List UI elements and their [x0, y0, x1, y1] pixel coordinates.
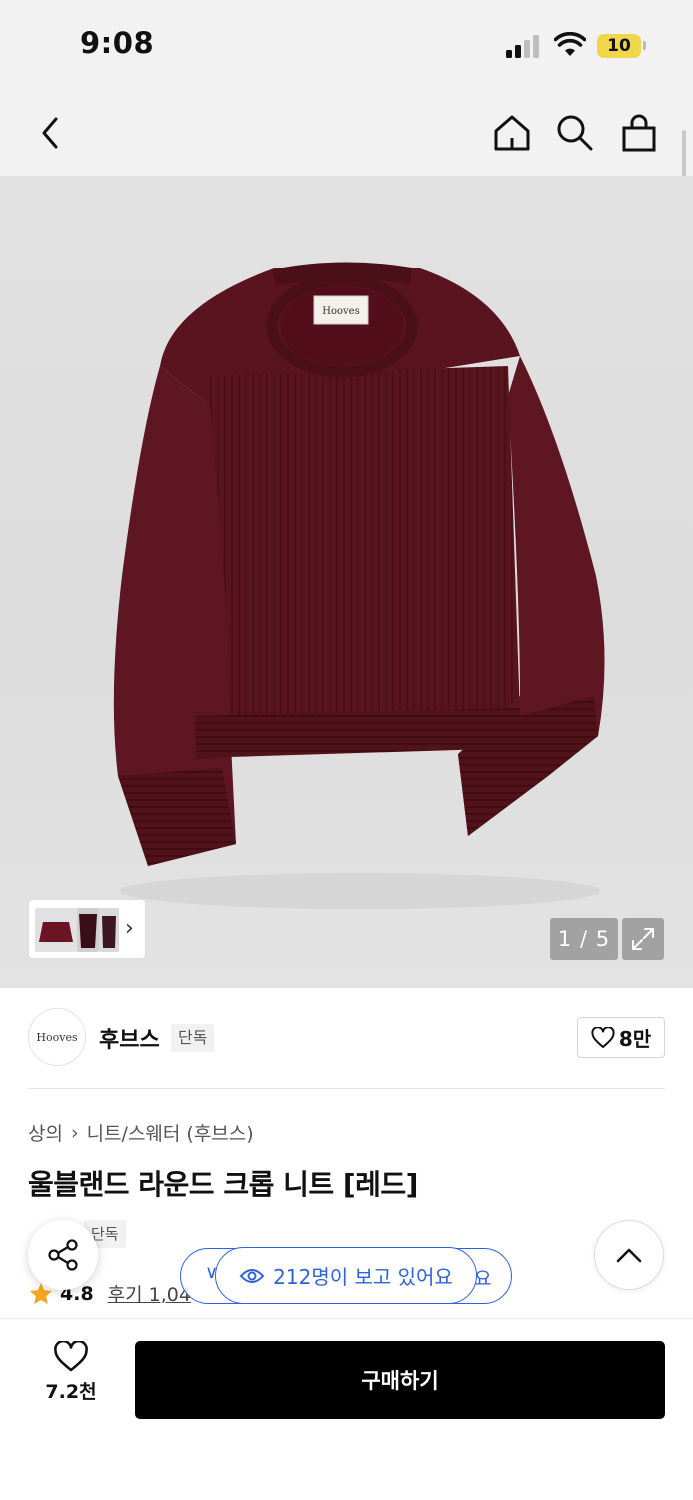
- divider: [28, 1088, 665, 1089]
- breadcrumb-category[interactable]: 상의: [28, 1119, 63, 1146]
- breadcrumb-subcategory[interactable]: 니트/스웨터 (후브스): [87, 1119, 254, 1146]
- scroll-to-top-button[interactable]: [594, 1220, 664, 1290]
- home-icon: [494, 115, 530, 151]
- brand-name[interactable]: 후브스: [99, 1022, 160, 1054]
- back-chevron-icon: [42, 117, 58, 149]
- share-icon: [48, 1239, 78, 1271]
- search-button[interactable]: [550, 108, 600, 158]
- buy-button[interactable]: 구매하기: [135, 1341, 665, 1419]
- share-button[interactable]: [28, 1220, 98, 1290]
- expand-icon: [632, 928, 654, 950]
- eye-icon: [239, 1268, 265, 1283]
- search-icon: [557, 115, 593, 151]
- thumbnail-2[interactable]: [77, 908, 99, 952]
- shopping-bag-icon: [622, 114, 656, 152]
- wifi-icon: [554, 32, 586, 56]
- brand-row: Hooves 후브스 단독 8만: [28, 1008, 665, 1068]
- home-button[interactable]: [487, 108, 537, 158]
- top-navigation: [0, 90, 693, 176]
- heart-outline-icon: [54, 1341, 88, 1372]
- heart-outline-icon: [591, 1026, 615, 1048]
- wishlist-button[interactable]: 7.2천: [36, 1341, 106, 1431]
- brand-like-button[interactable]: 8만: [577, 1017, 665, 1058]
- viewer-count-toast: 212명이 보고 있어요: [215, 1247, 477, 1304]
- thumbnail-strip[interactable]: ›: [28, 899, 146, 959]
- cellular-signal-icon: [506, 34, 544, 58]
- thumbnail-1[interactable]: [35, 908, 77, 952]
- status-time: 9:08: [80, 26, 155, 60]
- battery-tip: [643, 41, 646, 50]
- brand-badge: 단독: [171, 1024, 215, 1052]
- bottom-action-bar: 7.2천 구매하기: [0, 1318, 693, 1500]
- product-image-gallery[interactable]: Hooves › 1 / 5: [0, 176, 693, 988]
- chevron-right-icon[interactable]: ›: [125, 916, 134, 941]
- expand-button[interactable]: [622, 918, 664, 960]
- product-image: Hooves: [113, 262, 605, 909]
- chevron-right-icon: ›: [70, 1121, 79, 1144]
- battery-icon: 10: [597, 34, 641, 58]
- wishlist-count: 7.2천: [45, 1381, 97, 1403]
- thumbnail-image: [39, 922, 73, 942]
- brand-like-count: 8만: [618, 1027, 652, 1051]
- thumbnail-3[interactable]: [99, 908, 119, 952]
- product-title: 울블랜드 라운드 크롭 니트 [레드]: [28, 1168, 418, 1201]
- svg-text:Hooves: Hooves: [322, 306, 359, 317]
- cart-button[interactable]: [614, 108, 664, 158]
- status-bar: 9:08 10: [0, 0, 693, 90]
- chevron-up-icon: [616, 1248, 642, 1263]
- thumbnail-image: [102, 916, 116, 948]
- brand-logo[interactable]: Hooves: [28, 1008, 86, 1066]
- review-link[interactable]: 후기 1,04: [108, 1280, 191, 1307]
- breadcrumb: 상의 › 니트/스웨터 (후브스): [28, 1119, 254, 1146]
- viewer-count-text: 212명이 보고 있어요: [273, 1265, 453, 1289]
- back-button[interactable]: [26, 108, 76, 158]
- thumbnail-image: [79, 914, 97, 948]
- image-counter: 1 / 5: [550, 918, 618, 960]
